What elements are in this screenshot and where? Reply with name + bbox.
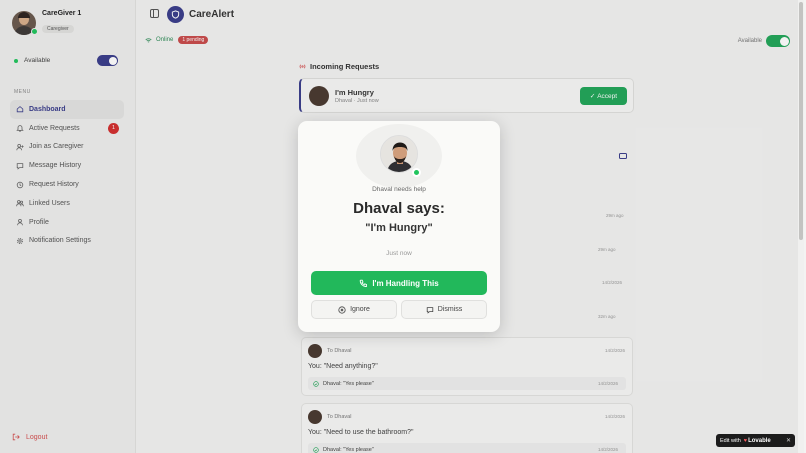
online-status-dot: [412, 168, 421, 177]
handling-button[interactable]: I'm Handling This: [311, 271, 487, 295]
scrollbar-thumb[interactable]: [799, 2, 803, 240]
dismiss-label: Dismiss: [437, 306, 463, 313]
alert-modal: Dhaval needs help Dhaval says: "I'm Hung…: [298, 121, 500, 332]
close-icon[interactable]: ✕: [786, 437, 791, 444]
ignore-button[interactable]: Ignore: [311, 300, 397, 319]
dismiss-button[interactable]: Dismiss: [401, 300, 487, 319]
alert-heading: Dhaval says:: [353, 200, 445, 217]
alert-message: "I'm Hungry": [365, 222, 433, 234]
handling-label: I'm Handling This: [372, 278, 439, 288]
edit-with-label: Edit with: [720, 437, 741, 444]
heart-icon: ♥: [743, 437, 748, 444]
avatar: [380, 135, 418, 173]
close-circle-icon: [338, 305, 346, 314]
scrollbar[interactable]: [798, 0, 804, 453]
alert-time: Just now: [386, 250, 412, 257]
ignore-label: Ignore: [350, 306, 370, 313]
edit-with-lovable-badge[interactable]: Edit with ♥ Lovable ✕: [716, 434, 795, 447]
message-icon: [426, 306, 433, 314]
phone-icon: [360, 279, 368, 287]
lovable-brand: Lovable: [748, 437, 771, 444]
needs-help-text: Dhaval needs help: [372, 186, 426, 193]
